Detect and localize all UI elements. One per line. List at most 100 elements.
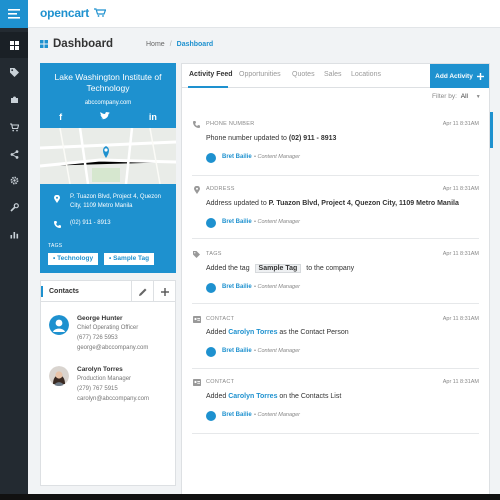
location-map[interactable] [40, 128, 176, 184]
contact-email[interactable]: george@abccompany.com [77, 345, 148, 351]
contact-name: George Hunter [77, 315, 123, 322]
tab-quotes[interactable]: Quotes [292, 71, 315, 78]
filter-control[interactable]: Filter by: All ▼ [432, 93, 481, 100]
activity-entry: ADDRESS Apr 11 8:31AM Address updated to… [192, 185, 479, 239]
contact-title: Production Manager [77, 376, 132, 382]
contact-email[interactable]: carolyn@abccompany.com [77, 396, 149, 402]
author-name: Bret Bailie [222, 284, 252, 290]
entry-time: Apr 11 8:31AM [442, 251, 479, 257]
add-activity-button[interactable]: Add Activity [430, 64, 489, 88]
cart-icon [9, 122, 19, 131]
contact-avatar [49, 366, 69, 386]
contacts-header: Contacts [41, 281, 175, 302]
chevron-down-icon: ▼ [475, 94, 481, 100]
organization-address: P. Tuazon Blvd, Project 4, Quezon City, … [70, 194, 161, 209]
logo-text: opencart [40, 6, 90, 20]
sidebar-item-tools[interactable] [0, 194, 28, 220]
entry-value: P. Tuazon Blvd, Project 4, Quezon City, … [268, 200, 459, 207]
sidebar-item-reports[interactable] [0, 221, 28, 247]
organization-phone: (02) 911 - 8913 [70, 220, 111, 226]
page-title: Dashboard [40, 38, 113, 50]
entry-text-suffix: as the Contact Person [277, 329, 349, 336]
contact-phone: (279) 767 5915 [77, 386, 118, 392]
author-avatar [206, 218, 216, 228]
contact-title: Chief Operating Officer [77, 325, 139, 331]
tag-label: Technology [57, 255, 94, 262]
author-role-text: Content Manager [257, 412, 300, 418]
activity-entry: TAGS Apr 11 8:31AM Added the tag Sample … [192, 251, 479, 304]
entry-contact-link[interactable]: Carolyn Torres [228, 329, 277, 336]
top-bar: opencart [0, 0, 500, 28]
sidebar-item-sales[interactable] [0, 114, 28, 140]
tab-activity-feed[interactable]: Activity Feed [189, 71, 233, 78]
tag-icon [9, 67, 19, 77]
author-role-text: Content Manager [257, 284, 300, 290]
dashboard-icon [9, 40, 19, 50]
add-activity-label: Add Activity [435, 72, 473, 80]
author-role: • Content Manager [254, 412, 300, 418]
entry-contact-link[interactable]: Carolyn Torres [228, 393, 277, 400]
tag-sample[interactable]: • Sample Tag [104, 253, 155, 265]
app-logo[interactable]: opencart [40, 6, 107, 20]
sidebar-item-system[interactable] [0, 167, 28, 193]
author-name: Bret Bailie [222, 154, 252, 160]
menu-toggle-button[interactable] [0, 0, 28, 28]
entry-type: PHONE NUMBER [206, 121, 255, 127]
entry-text-prefix: Added the tag [206, 265, 252, 272]
activity-entry: CONTACT Apr 11 8:31AM Added Carolyn Torr… [192, 379, 479, 434]
tag-technology[interactable]: • Technology [48, 253, 99, 265]
tab-sales[interactable]: Sales [324, 71, 342, 78]
sidebar-item-catalog[interactable] [0, 59, 28, 85]
tab-opportunities[interactable]: Opportunities [239, 71, 281, 78]
linkedin-icon[interactable]: in [149, 112, 157, 122]
author-role: • Content Manager [254, 219, 300, 225]
author-name: Bret Bailie [222, 348, 252, 354]
author-role: • Content Manager [254, 284, 300, 290]
plus-icon [476, 72, 484, 80]
contact-card-icon [192, 315, 201, 324]
map-pin-icon [52, 194, 62, 204]
author-role-text: Content Manager [257, 348, 300, 354]
contacts-title: Contacts [49, 288, 79, 295]
active-tab-indicator [188, 86, 228, 88]
facebook-icon[interactable]: f [59, 112, 62, 122]
feed-tabs: Activity Feed Opportunities Quotes Sales… [182, 64, 489, 88]
phone-icon [52, 219, 62, 229]
author-name: Bret Bailie [222, 412, 252, 418]
sidebar-item-extensions[interactable] [0, 86, 28, 112]
add-contact-button[interactable] [153, 281, 175, 302]
breadcrumb: Home / Dashboard [146, 41, 213, 48]
activity-entry: CONTACT Apr 11 8:31AM Added Carolyn Torr… [192, 316, 479, 369]
entry-time: Apr 11 8:31AM [442, 121, 479, 127]
entry-type: ADDRESS [206, 186, 235, 192]
activity-panel: Activity Feed Opportunities Quotes Sales… [181, 63, 490, 500]
entry-tag-pill[interactable]: Sample Tag [254, 264, 302, 273]
author-role: • Content Manager [254, 348, 300, 354]
organization-name: Lake Washington Institute of Technology [54, 72, 162, 93]
plus-icon [160, 287, 169, 296]
breadcrumb-home[interactable]: Home [146, 41, 165, 48]
twitter-icon[interactable] [100, 112, 111, 122]
hamburger-icon [8, 9, 20, 19]
tag-label: Sample Tag [113, 255, 150, 262]
contact-card-icon [192, 378, 201, 387]
sidebar-item-marketing[interactable] [0, 141, 28, 167]
filter-label: Filter by: [432, 93, 457, 100]
organization-website[interactable]: abccompany.com [40, 100, 176, 106]
sidebar [0, 28, 28, 500]
activity-entry: PHONE NUMBER Apr 11 8:31AM Phone number … [192, 121, 479, 176]
entry-time: Apr 11 8:31AM [442, 379, 479, 385]
map-graphic [40, 128, 176, 184]
author-avatar [206, 283, 216, 293]
tab-locations[interactable]: Locations [351, 71, 381, 78]
entry-text-prefix: Added [206, 393, 229, 400]
scrollbar-thumb[interactable] [490, 112, 493, 148]
wrench-icon [9, 202, 19, 212]
edit-contacts-button[interactable] [131, 281, 153, 302]
entry-text: Address updated to P. Tuazon Blvd, Proje… [206, 200, 459, 207]
entry-text: Added the tag Sample Tag to the company [206, 264, 354, 273]
page-title-text: Dashboard [53, 38, 114, 50]
breadcrumb-separator: / [169, 41, 172, 48]
sidebar-item-dashboard[interactable] [0, 32, 28, 58]
entry-text: Added Carolyn Torres as the Contact Pers… [206, 329, 349, 336]
